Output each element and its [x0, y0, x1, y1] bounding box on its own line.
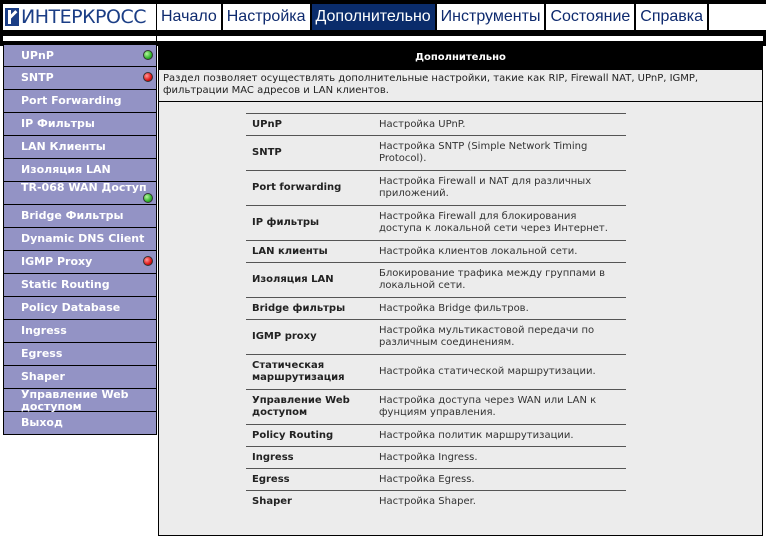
brand-logo: ИНТЕРКРОСС: [3, 4, 156, 30]
sidebar-item[interactable]: IP Фильтры: [3, 113, 157, 136]
sidebar-item-label: Bridge Фильтры: [21, 209, 124, 222]
tab-spacer: [709, 4, 766, 30]
tab-setup[interactable]: Настройка: [222, 4, 310, 30]
status-red-icon: [143, 256, 153, 266]
sidebar-item[interactable]: Port Forwarding: [3, 90, 157, 113]
main-nav: Начало Настройка Дополнительно Инструмен…: [157, 4, 766, 30]
tab-advanced[interactable]: Дополнительно: [311, 4, 435, 30]
feature-row: LAN клиенты Настройка клиентов локальной …: [246, 241, 626, 263]
sidebar-item-label: SNTP: [21, 71, 54, 84]
feature-description: Настройка Egress.: [379, 473, 475, 485]
feature-description: Настройка SNTP (Simple Network Timing Pr…: [379, 141, 588, 164]
sidebar-item[interactable]: Egress: [3, 343, 157, 366]
page-title: Дополнительно: [159, 45, 762, 70]
sidebar-item-label: Управление Web доступом: [21, 388, 129, 413]
feature-name: Port forwarding: [252, 182, 342, 193]
status-red-icon: [143, 72, 153, 82]
feature-description: Настройка Ingress.: [379, 451, 478, 463]
feature-name: Shaper: [252, 496, 292, 507]
feature-description: Настройка Firewall и NAT для различных п…: [379, 176, 592, 199]
feature-row: IP фильтры Настройка Firewall для блокиро…: [246, 206, 626, 241]
tab-tools[interactable]: Инструменты: [436, 4, 545, 30]
feature-table: UPnP Настройка UPnP. SNTP Настройка SNTP (S…: [246, 113, 626, 513]
sidebar-item[interactable]: SNTP: [3, 67, 157, 90]
sidebar-item-label: IP Фильтры: [21, 117, 95, 130]
feature-name: Изоляция LAN: [252, 274, 334, 285]
content-header-strip: [157, 36, 763, 41]
brand-mark-icon: [5, 8, 19, 26]
sidebar-item-label: TR-068 WAN Доступ: [21, 181, 147, 194]
feature-name: Bridge фильтры: [252, 302, 346, 314]
feature-row: Управление Web доступом Настройка доступа…: [246, 390, 626, 425]
sidebar-item-label: Выход: [21, 416, 63, 429]
sidebar-item-label: Port Forwarding: [21, 94, 122, 107]
feature-row: SNTP Настройка SNTP (Simple Network Timin…: [246, 136, 626, 171]
sidebar-item[interactable]: Изоляция LAN: [3, 159, 157, 182]
sidebar-item[interactable]: Выход: [3, 412, 157, 435]
feature-row: IGMP proxy Настройка мультикастовой перед…: [246, 320, 626, 355]
sidebar-item-label: Policy Database: [21, 301, 121, 314]
feature-row: Egress Настройка Egress.: [246, 469, 626, 491]
tab-home[interactable]: Начало: [157, 4, 221, 30]
feature-row: Bridge фильтры Настройка Bridge фильтров.: [246, 298, 626, 320]
feature-description: Блокирование трафика между группами в ло…: [379, 268, 606, 291]
feature-description: Настройка статической маршрутизации.: [379, 366, 596, 377]
sidebar-item[interactable]: TR-068 WAN Доступ: [3, 182, 157, 205]
feature-description: Настройка доступа через WAN или LAN к фу…: [379, 395, 597, 418]
feature-name: Управление Web доступом: [252, 395, 350, 418]
content-panel: Дополнительно Раздел позволяет осуществл…: [158, 44, 763, 536]
sidebar-item-label: Dynamic DNS Client: [21, 232, 145, 245]
sidebar-item-label: UPnP: [21, 49, 54, 62]
feature-name: SNTP: [252, 147, 282, 158]
sidebar-item-label: Static Routing: [21, 278, 110, 291]
sidebar-item[interactable]: Shaper: [3, 366, 157, 389]
sidebar-item-label: Изоляция LAN: [21, 163, 111, 176]
sidebar-item[interactable]: IGMP Proxy: [3, 251, 157, 274]
sidebar-item[interactable]: UPnP: [3, 44, 157, 67]
feature-row: Изоляция LAN Блокирование трафика между г…: [246, 263, 626, 298]
tab-help[interactable]: Справка: [636, 4, 708, 30]
sidebar-item[interactable]: Static Routing: [3, 274, 157, 297]
sidebar-item[interactable]: Policy Database: [3, 297, 157, 320]
brand-name: ИНТЕРКРОСС: [21, 6, 147, 28]
tab-status[interactable]: Состояние: [546, 4, 635, 30]
sidebar-header-strip: [3, 36, 156, 41]
feature-description: Настройка клиентов локальной сети.: [379, 245, 578, 257]
status-green-icon: [143, 50, 153, 60]
feature-row: Port forwarding Настройка Firewall и NAT …: [246, 171, 626, 206]
feature-row: Shaper Настройка Shaper.: [246, 491, 626, 513]
sidebar-item[interactable]: LAN Клиенты: [3, 136, 157, 159]
sidebar-item[interactable]: Bridge Фильтры: [3, 205, 157, 228]
feature-description: Настройка Shaper.: [379, 496, 476, 507]
feature-name: Policy Routing: [252, 429, 334, 441]
feature-name: IGMP proxy: [252, 331, 317, 342]
feature-description: Настройка мультикастовой передачи по раз…: [379, 325, 595, 348]
feature-row: Статическая маршрутизация Настройка стати…: [246, 355, 626, 390]
sidebar-item[interactable]: Управление Web доступом: [3, 388, 157, 413]
sidebar-item-label: Shaper: [21, 370, 65, 383]
top-header: ИНТЕРКРОСС Начало Настройка Дополнительн…: [0, 0, 766, 46]
feature-name: LAN клиенты: [252, 245, 328, 257]
sidebar-item-label: IGMP Proxy: [21, 255, 93, 268]
status-green-icon: [143, 193, 153, 203]
feature-row: Ingress Настройка Ingress.: [246, 447, 626, 469]
sidebar-item-label: LAN Клиенты: [21, 140, 106, 153]
feature-name: Egress: [252, 473, 290, 485]
feature-description: Настройка политик маршрутизации.: [379, 429, 574, 441]
page-description: Раздел позволяет осуществлять дополнител…: [159, 70, 762, 102]
sidebar-item[interactable]: Dynamic DNS Client: [3, 228, 157, 251]
sidebar-menu: UPnP SNTP Port Forwarding IP Фильтры LAN Кли…: [3, 44, 157, 435]
sidebar-item-label: Egress: [21, 347, 63, 360]
feature-row: UPnP Настройка UPnP.: [246, 114, 626, 136]
feature-name: UPnP: [252, 118, 282, 130]
feature-description: Настройка Bridge фильтров.: [379, 302, 529, 314]
sidebar-item-label: Ingress: [21, 324, 67, 337]
feature-description: Настройка Firewall для блокирования дост…: [379, 211, 608, 234]
feature-row: Policy Routing Настройка политик маршрути…: [246, 425, 626, 447]
feature-name: Статическая маршрутизация: [252, 360, 345, 383]
feature-name: Ingress: [252, 451, 294, 463]
sidebar-item[interactable]: Ingress: [3, 320, 157, 343]
feature-name: IP фильтры: [252, 217, 320, 228]
feature-description: Настройка UPnP.: [379, 118, 466, 130]
